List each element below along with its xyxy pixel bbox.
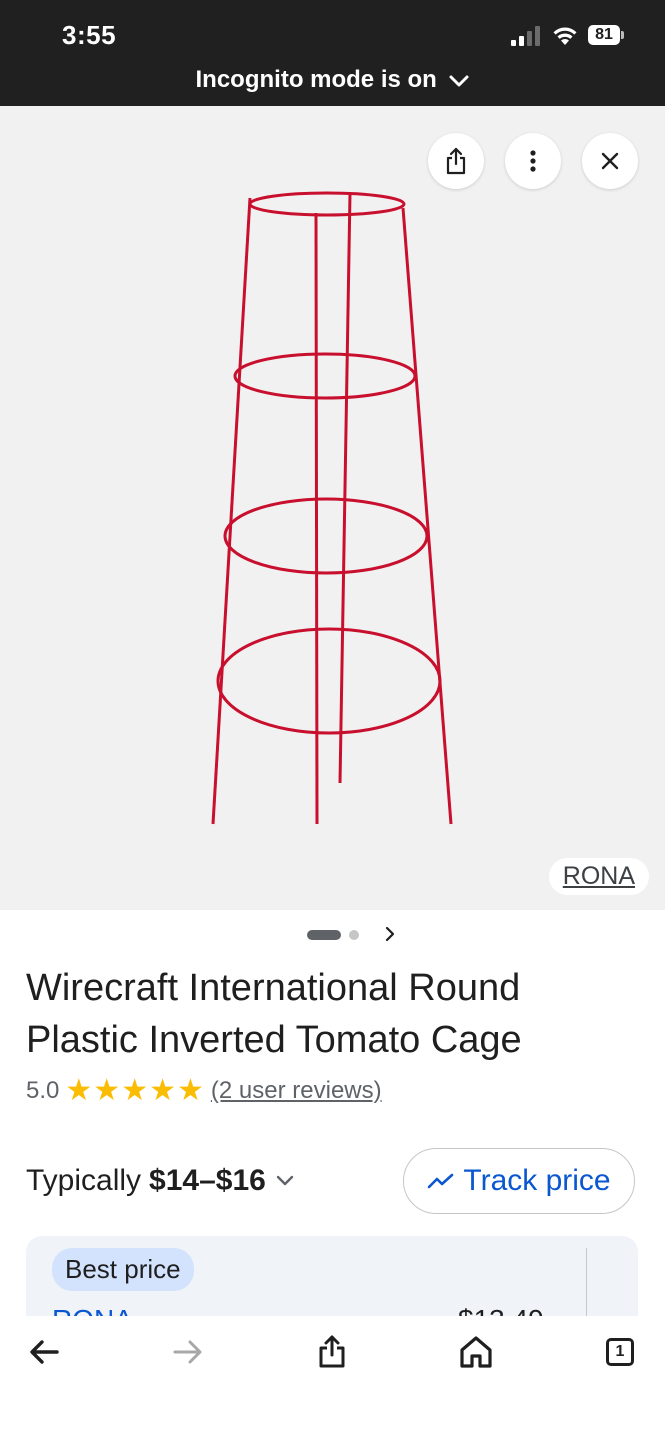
more-vertical-icon [530,150,536,172]
incognito-label: Incognito mode is on [195,66,437,93]
offer-price: $13.49 [458,1304,544,1316]
offer-divider [586,1248,587,1316]
chevron-right-icon[interactable] [383,924,397,944]
carousel-dot[interactable] [349,930,359,940]
arrow-right-icon [173,1340,202,1364]
back-button[interactable] [24,1332,64,1372]
typical-price-toggle[interactable]: Typically $14–$16 [26,1164,296,1198]
star-icon: ★ [177,1074,204,1107]
battery-icon: 81 [588,25,624,45]
star-icon: ★ [149,1074,176,1107]
product-title: Wirecraft International Round Plastic In… [26,967,522,1061]
offer-store-name[interactable]: RONA [52,1304,133,1316]
forward-button[interactable] [168,1332,208,1372]
typical-prefix: Typically [26,1164,142,1197]
close-button[interactable] [582,133,638,189]
close-icon [601,152,619,170]
star-icon: ★ [121,1074,149,1107]
share-icon [446,147,466,175]
cellular-signal-icon [511,26,540,46]
track-price-label: Track price [463,1164,611,1197]
best-price-badge: Best price [52,1248,194,1291]
incognito-banner[interactable]: Incognito mode is on [0,66,665,94]
chevron-down-icon [449,75,468,87]
track-price-button[interactable]: Track price [403,1148,635,1214]
star-rating: ★ ★ ★ ★ ★ [65,1076,205,1106]
carousel-dot-active[interactable] [307,930,341,940]
chevron-down-icon [276,1175,294,1186]
wifi-icon [553,27,577,45]
trending-icon [428,1173,454,1189]
bottom-toolbar: 1 [0,1316,665,1440]
more-options-button[interactable] [505,133,561,189]
star-icon: ★ [65,1074,93,1107]
offer-card[interactable]: Best price RONA $13.49 [26,1236,638,1316]
typical-price-range: $14–$16 [149,1164,266,1197]
tabs-count: 1 [606,1338,634,1366]
rating-row: 5.0 ★ ★ ★ ★ ★ (2 user reviews) [26,1076,382,1106]
rating-value: 5.0 [26,1077,60,1104]
reviews-link[interactable]: (2 user reviews) [211,1077,382,1105]
tabs-button[interactable]: 1 [600,1332,640,1372]
toolbar-share-button[interactable] [312,1332,352,1372]
share-icon [319,1335,345,1368]
top-bar: 3:55 81 Incognito mode is on [0,0,665,106]
star-icon: ★ [93,1074,121,1107]
tomato-cage-image [211,191,453,825]
home-icon [460,1336,492,1368]
product-image-area[interactable]: RONA [0,106,665,910]
arrow-left-icon [30,1340,59,1364]
status-time: 3:55 [62,20,117,50]
share-button[interactable] [428,133,484,189]
image-source-link[interactable]: RONA [548,858,649,895]
battery-level: 81 [588,25,620,45]
home-button[interactable] [456,1332,496,1372]
